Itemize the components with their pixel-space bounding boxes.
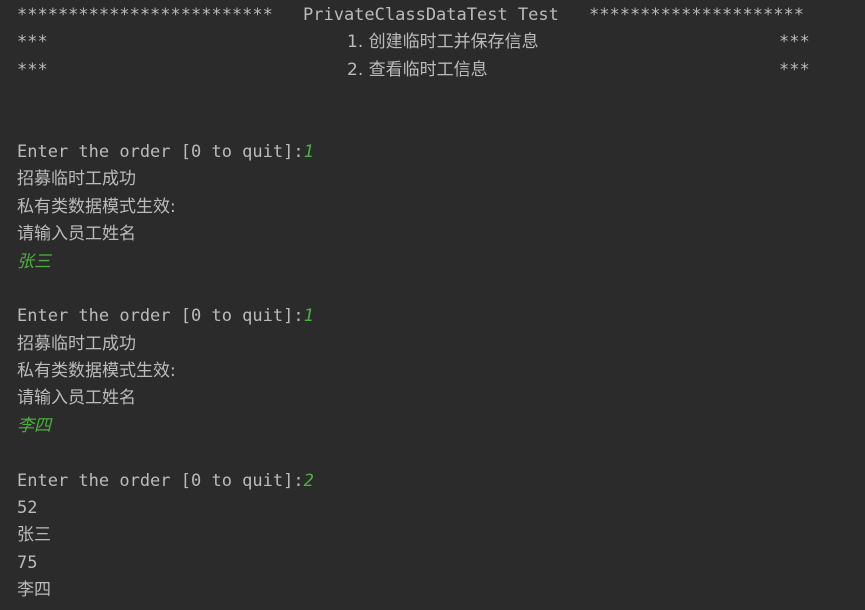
name-input: 李四: [17, 415, 51, 436]
output-text: 请输入员工姓名: [17, 224, 136, 245]
output-line: 招募临时工成功: [0, 166, 865, 193]
menu-prefix: ***: [17, 32, 48, 53]
output-line: 52: [0, 495, 865, 522]
banner-line: ************************* PrivateClassDa…: [0, 2, 865, 29]
prompt-line: Enter the order [0 to quit]:2: [0, 468, 865, 495]
order-input: 1: [303, 141, 314, 162]
banner-stars-left: *************************: [17, 5, 273, 25]
prompt-line: Enter the order [0 to quit]:1: [0, 303, 865, 330]
input-line: 李四: [0, 413, 865, 440]
output-line: 75: [0, 550, 865, 577]
order-input: 2: [303, 470, 314, 491]
menu-line: *** 2. 查看临时工信息 ***: [0, 57, 865, 84]
name-input: 张三: [17, 251, 51, 272]
menu-suffix: ***: [779, 32, 810, 53]
output-line: 李四: [0, 577, 865, 604]
prompt-line: Enter the order [0 to quit]:1: [0, 139, 865, 166]
order-prompt: Enter the order [0 to quit]:1: [17, 306, 314, 327]
order-prompt: Enter the order [0 to quit]:1: [17, 141, 314, 162]
menu-item-create: 1. 创建临时工并保存信息: [347, 32, 539, 53]
run-console-output[interactable]: ************************* PrivateClassDa…: [0, 0, 865, 610]
output-text: 招募临时工成功: [17, 333, 136, 354]
output-text: 52: [17, 498, 38, 519]
output-text: 75: [17, 552, 38, 573]
banner-title: PrivateClassDataTest Test: [303, 5, 559, 25]
output-text: 李四: [17, 580, 51, 601]
output-line: 招募临时工成功: [0, 331, 865, 358]
order-prompt: Enter the order [0 to quit]:2: [17, 470, 314, 491]
menu-prefix: ***: [17, 59, 48, 80]
output-line: 张三: [0, 522, 865, 549]
output-text: 张三: [17, 525, 51, 546]
output-line: 请输入员工姓名: [0, 385, 865, 412]
output-line: 请输入员工姓名: [0, 221, 865, 248]
output-text: 请输入员工姓名: [17, 388, 136, 409]
banner-stars-right: *********************: [589, 5, 804, 25]
output-line: 私有类数据模式生效:: [0, 358, 865, 385]
input-line: 张三: [0, 249, 865, 276]
output-text: 招募临时工成功: [17, 169, 136, 190]
menu-suffix: ***: [779, 59, 810, 80]
output-text: 私有类数据模式生效:: [17, 361, 176, 382]
menu-line: *** 1. 创建临时工并保存信息 ***: [0, 29, 865, 56]
order-input: 1: [303, 306, 314, 327]
output-line: 私有类数据模式生效:: [0, 194, 865, 221]
menu-item-view: 2. 查看临时工信息: [347, 59, 488, 80]
output-text: 私有类数据模式生效:: [17, 196, 176, 217]
